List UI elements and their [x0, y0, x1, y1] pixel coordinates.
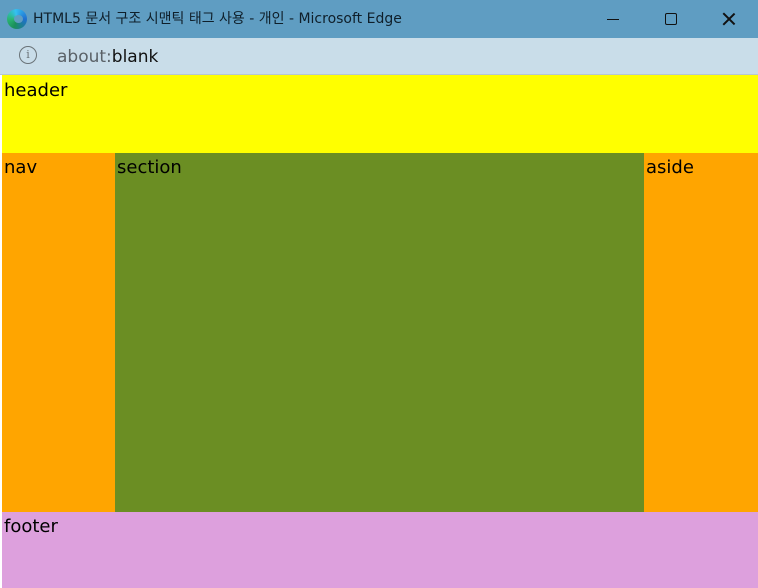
address-bar[interactable]: i about:blank	[0, 38, 758, 75]
title-bar[interactable]: HTML5 문서 구조 시맨틱 태그 사용 - 개인 - Microsoft E…	[0, 0, 758, 38]
edge-logo-icon	[7, 9, 27, 29]
close-button[interactable]	[700, 0, 758, 38]
section-label: section	[117, 157, 182, 178]
header-block: header	[2, 75, 758, 153]
footer-label: footer	[4, 516, 58, 537]
window-title: HTML5 문서 구조 시맨틱 태그 사용 - 개인 - Microsoft E…	[33, 11, 402, 27]
page-content: header nav section aside footer	[0, 75, 758, 588]
browser-window: HTML5 문서 구조 시맨틱 태그 사용 - 개인 - Microsoft E…	[0, 0, 758, 588]
close-icon	[722, 12, 736, 26]
nav-block: nav	[2, 153, 115, 512]
url-scheme: about:	[57, 47, 112, 67]
aside-block: aside	[644, 153, 758, 512]
maximize-icon	[665, 13, 677, 25]
nav-label: nav	[4, 157, 38, 178]
header-label: header	[4, 80, 68, 101]
minimize-icon	[607, 18, 619, 20]
section-block: section	[115, 153, 644, 512]
url-field[interactable]: about:blank	[57, 47, 158, 67]
footer-block: footer	[2, 512, 758, 588]
info-icon[interactable]: i	[19, 46, 37, 64]
aside-label: aside	[646, 157, 694, 178]
maximize-button[interactable]	[642, 0, 700, 38]
url-path: blank	[111, 47, 159, 67]
minimize-button[interactable]	[584, 0, 642, 38]
